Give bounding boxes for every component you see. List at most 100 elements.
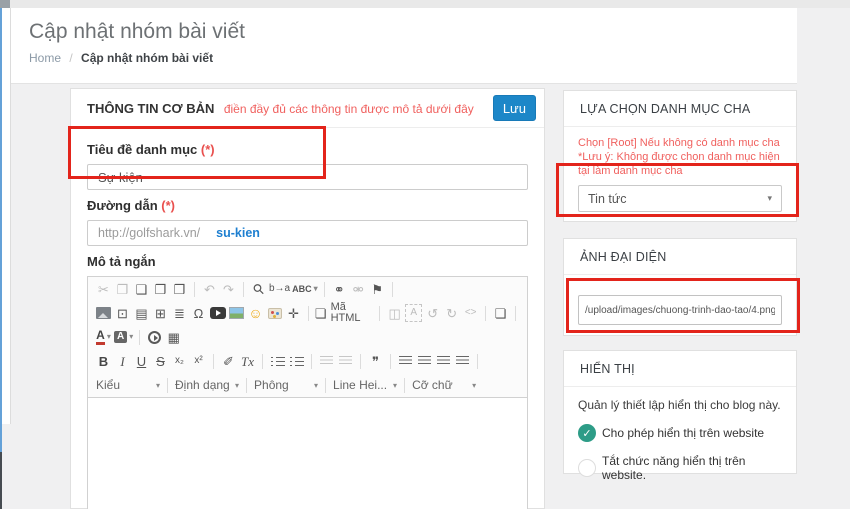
slug-input[interactable]: http://golfshark.vn/ su-kien: [87, 220, 528, 246]
featured-image-path-input[interactable]: [578, 295, 782, 325]
breadcrumb-home[interactable]: Home: [29, 51, 61, 65]
slug-value[interactable]: su-kien: [216, 226, 260, 240]
preview-icon[interactable]: ❏: [492, 304, 509, 322]
cut-icon[interactable]: ✂: [95, 280, 112, 298]
bullet-list-icon[interactable]: [288, 352, 305, 370]
line-height-dropdown[interactable]: Line Hei...▾: [331, 378, 399, 392]
basic-info-panel-header: THÔNG TIN CƠ BẢN điền đầy đủ các thông t…: [71, 89, 544, 128]
slug-field-label-text: Đường dẫn: [87, 198, 158, 213]
special-char-icon[interactable]: Ω: [190, 304, 207, 322]
image-icon[interactable]: [95, 304, 112, 322]
breadcrumb: Home / Cập nhật nhóm bài viết: [29, 51, 797, 65]
blockquote-icon[interactable]: ❞: [367, 352, 384, 370]
breadcrumb-separator: /: [69, 51, 72, 65]
spellcheck-dropdown[interactable]: ABC▾: [292, 280, 318, 298]
paste-from-word-icon[interactable]: ❒: [171, 280, 188, 298]
page-break-icon[interactable]: ▤: [133, 304, 150, 322]
chevron-down-icon: ▾: [767, 193, 772, 204]
horizontal-rule-icon[interactable]: ≣: [171, 304, 188, 322]
paste-icon[interactable]: ❑: [133, 280, 150, 298]
iframe-icon[interactable]: ⊡: [114, 304, 131, 322]
remove-format-button[interactable]: Tx: [239, 352, 256, 370]
link-icon[interactable]: ⚭: [331, 280, 348, 298]
editor-toolbar: ✂❐❑❒❒↶↷⚲b→aABC▾⚭⚮⚑⊡▤⊞≣Ω☺✛❏Mã HTML◫A↺↻<>❏…: [88, 277, 527, 397]
title-required-mark: (*): [201, 142, 215, 157]
smiley-icon[interactable]: ☺: [247, 304, 264, 322]
youtube-icon[interactable]: [209, 304, 226, 322]
text-color-dropdown[interactable]: A▾: [95, 328, 112, 346]
font-dropdown[interactable]: Phông▾: [252, 378, 320, 392]
visibility-option-disabled-label: Tắt chức năng hiển thị trên website.: [602, 454, 782, 482]
check-circle-icon[interactable]: ✓: [578, 424, 596, 442]
anchor-flag-icon[interactable]: ⚑: [369, 280, 386, 298]
parent-category-header: LỰA CHỌN DANH MỤC CHA: [564, 91, 796, 127]
top-edge-corner: [0, 0, 10, 8]
title-input[interactable]: [87, 164, 528, 190]
toolbar-separator: [194, 282, 195, 297]
editor-content-area[interactable]: [88, 397, 527, 509]
find-icon[interactable]: ◫: [386, 304, 403, 322]
toolbar-separator: [324, 282, 325, 297]
strikethrough-button[interactable]: S: [152, 352, 169, 370]
numbered-list-icon[interactable]: [269, 352, 286, 370]
superscript-button[interactable]: x²: [190, 352, 207, 370]
search-icon[interactable]: ⚲: [246, 277, 271, 302]
toolbar-separator: [360, 354, 361, 369]
toolbar-separator: [311, 354, 312, 369]
panel-title: THÔNG TIN CƠ BẢN: [87, 101, 214, 116]
page-header: Cập nhật nhóm bài viết Home / Cập nhật n…: [11, 8, 797, 84]
bold-button[interactable]: B: [95, 352, 112, 370]
align-right-icon[interactable]: [435, 352, 452, 370]
top-right-background: [797, 8, 850, 84]
paste-plain-text-icon[interactable]: ❒: [152, 280, 169, 298]
align-justify-icon[interactable]: [454, 352, 471, 370]
copy-formatting-icon[interactable]: ✐: [220, 352, 237, 370]
outdent-icon[interactable]: [318, 352, 335, 370]
toolbar-separator: [167, 378, 168, 393]
align-center-icon[interactable]: [416, 352, 433, 370]
inline-code-icon[interactable]: <>: [462, 304, 479, 322]
subscript-button[interactable]: x₂: [171, 352, 188, 370]
italic-button[interactable]: I: [114, 352, 131, 370]
maximize-icon[interactable]: ✛: [285, 304, 302, 322]
parent-category-note-1: Chọn [Root] Nếu không có danh mục cha: [578, 136, 782, 150]
indent-icon[interactable]: [337, 352, 354, 370]
templates-icon[interactable]: [266, 304, 283, 322]
format-dropdown[interactable]: Định dạng▾: [173, 378, 241, 392]
underline-button[interactable]: U: [133, 352, 150, 370]
toolbar-separator: [325, 378, 326, 393]
visibility-description: Quản lý thiết lập hiển thị cho blog này.: [578, 398, 782, 412]
panel-note: điền đầy đủ các thông tin được mô tả dướ…: [224, 102, 474, 116]
media-embed-icon[interactable]: [146, 328, 163, 346]
visibility-header: HIỂN THỊ: [564, 351, 796, 387]
font-size-dropdown[interactable]: Cỡ chữ▾: [410, 378, 478, 392]
radio-unchecked-icon[interactable]: [578, 459, 596, 477]
table-icon[interactable]: ⊞: [152, 304, 169, 322]
toolbar-separator: [139, 330, 140, 345]
copy-icon[interactable]: ❐: [114, 280, 131, 298]
left-gutter: [2, 8, 11, 424]
unlink-icon[interactable]: ⚮: [350, 280, 367, 298]
save-button[interactable]: Lưu: [493, 95, 536, 121]
parent-category-select[interactable]: Tin tức ▾: [578, 185, 782, 212]
align-left-icon[interactable]: [397, 352, 414, 370]
background-color-dropdown[interactable]: A▾: [114, 328, 133, 346]
qr-code-icon[interactable]: ▦: [165, 328, 182, 346]
select-all-icon[interactable]: A: [405, 304, 422, 322]
visibility-option-disabled[interactable]: Tắt chức năng hiển thị trên website.: [578, 454, 782, 482]
styles-dropdown[interactable]: Kiểu▾: [94, 378, 162, 392]
slug-prefix: http://golfshark.vn/: [98, 226, 200, 240]
featured-image-header: ẢNH ĐẠI DIỆN: [564, 239, 796, 275]
description-field-label: Mô tả ngắn: [87, 254, 528, 269]
visibility-option-enabled[interactable]: ✓ Cho phép hiển thị trên website: [578, 424, 782, 442]
accept-changes-icon[interactable]: ↺: [424, 304, 441, 322]
undo-icon[interactable]: ↶: [201, 280, 218, 298]
rich-text-editor: ✂❐❑❒❒↶↷⚲b→aABC▾⚭⚮⚑⊡▤⊞≣Ω☺✛❏Mã HTML◫A↺↻<>❏…: [87, 276, 528, 509]
title-field-label: Tiêu đề danh mục (*): [87, 142, 528, 157]
redo-icon[interactable]: ↷: [220, 280, 237, 298]
reject-changes-icon[interactable]: ↻: [443, 304, 460, 322]
source-code-button[interactable]: ❏Mã HTML: [315, 304, 373, 322]
toolbar-separator: [485, 306, 486, 321]
image-gallery-icon[interactable]: [228, 304, 245, 322]
replace-icon[interactable]: b→a: [269, 280, 290, 298]
